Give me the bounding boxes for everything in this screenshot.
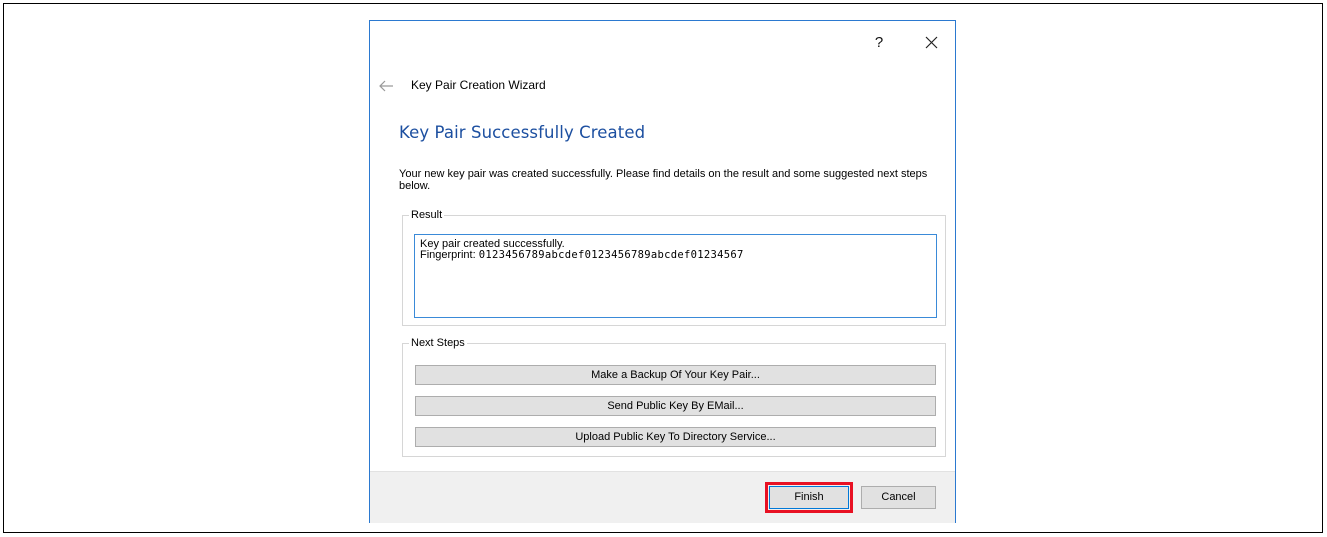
result-group: Result Key pair created successfully. Fi… (402, 209, 946, 326)
result-text-area[interactable]: Key pair created successfully. Fingerpri… (414, 234, 937, 318)
page-title: Key Pair Successfully Created (399, 123, 646, 142)
wizard-title: Key Pair Creation Wizard (411, 78, 546, 92)
fingerprint-value: 0123456789abcdef0123456789abcdef01234567 (478, 249, 744, 261)
result-group-label: Result (409, 209, 445, 222)
finish-button[interactable]: Finish (765, 482, 853, 513)
close-button[interactable] (916, 31, 946, 55)
close-icon (925, 36, 937, 49)
cancel-button[interactable]: Cancel (861, 486, 936, 509)
next-steps-group: Next Steps Make a Backup Of Your Key Pai… (402, 337, 946, 457)
send-public-key-email-button[interactable]: Send Public Key By EMail... (415, 396, 936, 416)
wizard-dialog: ? Key Pair Creation Wizard Key Pair Succ… (369, 20, 956, 523)
dialog-footer: Finish Cancel (370, 471, 955, 523)
arrow-left-icon[interactable] (378, 79, 394, 93)
help-button[interactable]: ? (864, 31, 894, 55)
backup-key-pair-button[interactable]: Make a Backup Of Your Key Pair... (415, 365, 936, 385)
upload-public-key-directory-button[interactable]: Upload Public Key To Directory Service..… (415, 427, 936, 447)
next-steps-group-label: Next Steps (409, 337, 467, 350)
fingerprint-label: Fingerprint: (420, 249, 476, 261)
fingerprint-line: Fingerprint: 0123456789abcdef0123456789a… (420, 250, 931, 261)
page-description: Your new key pair was created successful… (399, 168, 928, 192)
